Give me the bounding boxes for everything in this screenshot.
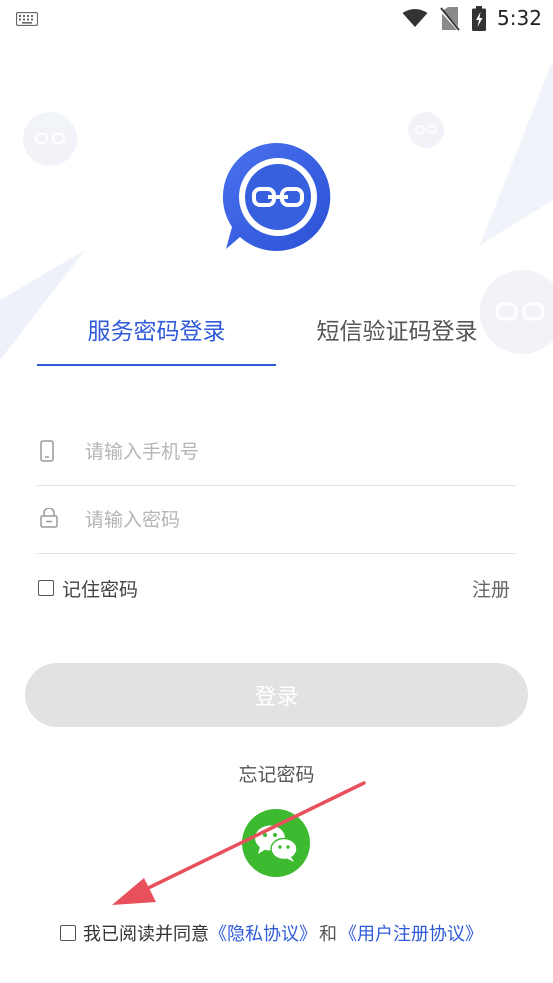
remember-password-label: 记住密码 bbox=[62, 578, 139, 601]
agreement-text: 我已阅读并同意 bbox=[83, 924, 209, 945]
bubble-decoration-top-right bbox=[408, 112, 444, 148]
no-sim-icon bbox=[440, 7, 460, 31]
password-field bbox=[37, 486, 516, 554]
password-input[interactable] bbox=[85, 502, 505, 538]
status-time: 5:32 bbox=[497, 6, 542, 30]
remember-password[interactable]: 记住密码 bbox=[38, 575, 138, 601]
phone-icon bbox=[40, 440, 54, 462]
wifi-icon bbox=[402, 9, 428, 27]
status-bar: 5:32 bbox=[0, 0, 553, 38]
remember-password-checkbox[interactable] bbox=[38, 580, 54, 596]
user-agreement-link[interactable]: 《用户注册协议》 bbox=[339, 920, 483, 946]
active-tab-indicator bbox=[37, 364, 276, 366]
keyboard-icon bbox=[16, 12, 38, 26]
annotation-arrow-icon bbox=[112, 781, 366, 905]
agreement-checkbox[interactable] bbox=[60, 925, 76, 941]
register-link[interactable]: 注册 bbox=[472, 575, 510, 602]
agreement-and: 和 bbox=[319, 924, 337, 945]
bubble-decoration-left bbox=[23, 112, 77, 166]
battery-charging-icon bbox=[472, 6, 486, 31]
privacy-policy-link[interactable]: 《隐私协议》 bbox=[209, 920, 317, 946]
login-button[interactable]: 登录 bbox=[25, 663, 528, 727]
app-logo bbox=[222, 142, 331, 251]
agreement-row: 我已阅读并同意 《隐私协议》 和 《用户注册协议》 bbox=[60, 920, 483, 946]
phone-input[interactable] bbox=[85, 434, 505, 470]
tab-service-password-login[interactable]: 服务密码登录 bbox=[37, 312, 276, 346]
lock-icon bbox=[40, 508, 58, 528]
tab-sms-code-login[interactable]: 短信验证码登录 bbox=[292, 312, 502, 346]
phone-field bbox=[37, 418, 516, 486]
